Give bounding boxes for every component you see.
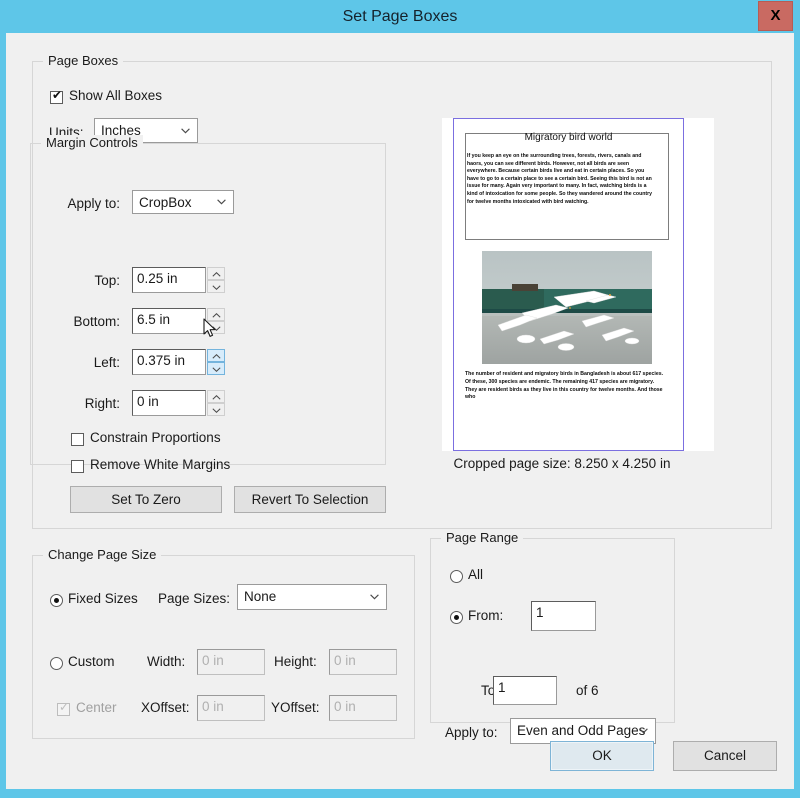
margin-right-spinner-down[interactable]	[207, 403, 225, 416]
margin-top-input[interactable]: 0.25 in	[132, 267, 206, 293]
window-title: Set Page Boxes	[0, 0, 800, 33]
revert-to-selection-button[interactable]: Revert To Selection	[234, 486, 386, 513]
fixed-sizes-label: Fixed Sizes	[68, 591, 138, 606]
page-preview: Migratory bird world If you keep an eye …	[412, 118, 712, 463]
width-input[interactable]: 0 in	[197, 649, 265, 675]
preview-doc-title: Migratory bird world	[459, 132, 678, 143]
margin-left-spinner-down[interactable]	[207, 362, 225, 375]
show-all-boxes-label: Show All Boxes	[69, 88, 162, 103]
center-label: Center	[76, 700, 117, 715]
margin-top-label: Top:	[36, 273, 120, 288]
margin-left-spinner[interactable]	[207, 349, 225, 375]
chevron-down-icon	[370, 594, 379, 600]
center-checkbox: ✓	[57, 703, 70, 716]
margin-bottom-label: Bottom:	[36, 314, 120, 329]
page-range-all-radio[interactable]	[450, 570, 463, 583]
margin-bottom-spinner[interactable]	[207, 308, 225, 334]
page-sizes-value: None	[244, 589, 276, 604]
dialog-body: Page Boxes ✔ Show All Boxes Units: Inche…	[6, 33, 794, 789]
chevron-down-icon	[217, 199, 226, 205]
page-range-apply-to-label: Apply to:	[445, 725, 498, 740]
height-input[interactable]: 0 in	[329, 649, 397, 675]
preview-doc-paragraph-2: The number of resident and migratory bir…	[465, 371, 665, 402]
checkmark-icon: ✓	[59, 701, 70, 714]
radio-dot-icon	[54, 598, 59, 603]
page-range-from-label: From:	[468, 608, 503, 623]
page-range-all-label: All	[468, 567, 483, 582]
page-range-from-radio[interactable]	[450, 611, 463, 624]
fixed-sizes-radio[interactable]	[50, 594, 63, 607]
margin-left-input[interactable]: 0.375 in	[132, 349, 206, 375]
margin-top-spinner[interactable]	[207, 267, 225, 293]
margin-left-spinner-up[interactable]	[207, 349, 225, 362]
preview-doc-photo	[482, 251, 652, 364]
set-to-zero-button[interactable]: Set To Zero	[70, 486, 222, 513]
chevron-down-icon	[181, 128, 190, 134]
margin-apply-to-value: CropBox	[139, 195, 192, 210]
cancel-button[interactable]: Cancel	[673, 741, 777, 771]
margin-right-spinner[interactable]	[207, 390, 225, 416]
custom-size-label: Custom	[68, 654, 115, 669]
page-range-to-input[interactable]: 1	[493, 676, 557, 705]
margin-bottom-spinner-down[interactable]	[207, 321, 225, 334]
margin-apply-to-label: Apply to:	[36, 196, 120, 211]
margin-top-spinner-down[interactable]	[207, 280, 225, 293]
close-icon[interactable]: X	[758, 1, 793, 31]
margin-right-spinner-up[interactable]	[207, 390, 225, 403]
margin-left-label: Left:	[36, 355, 120, 370]
page-sizes-label: Page Sizes:	[158, 591, 230, 606]
change-page-size-group-title: Change Page Size	[43, 547, 161, 562]
page-range-from-input[interactable]: 1	[531, 601, 596, 631]
margin-controls-group-title: Margin Controls	[41, 135, 143, 150]
radio-dot-icon	[454, 615, 459, 620]
margin-right-input[interactable]: 0 in	[132, 390, 206, 416]
set-page-boxes-dialog: Set Page Boxes X Page Boxes ✔ Show All B…	[0, 0, 800, 798]
margin-right-label: Right:	[36, 396, 120, 411]
preview-doc-paragraph-1: If you keep an eye on the surrounding tr…	[467, 153, 655, 206]
margin-top-spinner-up[interactable]	[207, 267, 225, 280]
show-all-boxes-checkbox[interactable]: ✔	[50, 91, 63, 104]
margin-apply-to-select[interactable]: CropBox	[132, 190, 234, 214]
height-label: Height:	[274, 654, 317, 669]
page-range-group-title: Page Range	[441, 530, 523, 545]
width-label: Width:	[147, 654, 185, 669]
page-range-apply-to-value: Even and Odd Pages	[517, 723, 645, 738]
xoffset-label: XOffset:	[141, 700, 190, 715]
page-range-of-label: of 6	[576, 683, 599, 698]
preview-document: Migratory bird world If you keep an eye …	[459, 123, 678, 446]
title-bar: Set Page Boxes X	[0, 0, 800, 33]
remove-white-margins-checkbox[interactable]	[71, 460, 84, 473]
page-boxes-group-title: Page Boxes	[43, 53, 123, 68]
constrain-proportions-label: Constrain Proportions	[90, 430, 221, 445]
cropped-page-size-label: Cropped page size: 8.250 x 4.250 in	[412, 456, 712, 471]
checkmark-icon: ✔	[52, 89, 63, 102]
page-sizes-select[interactable]: None	[237, 584, 387, 610]
xoffset-input[interactable]: 0 in	[197, 695, 265, 721]
yoffset-label: YOffset:	[271, 700, 320, 715]
chevron-down-icon	[639, 728, 648, 734]
remove-white-margins-label: Remove White Margins	[90, 457, 230, 472]
yoffset-input[interactable]: 0 in	[329, 695, 397, 721]
constrain-proportions-checkbox[interactable]	[71, 433, 84, 446]
ok-button[interactable]: OK	[550, 741, 654, 771]
custom-size-radio[interactable]	[50, 657, 63, 670]
flying-seagulls-photo	[482, 251, 652, 364]
margin-bottom-input[interactable]: 6.5 in	[132, 308, 206, 334]
margin-bottom-spinner-up[interactable]	[207, 308, 225, 321]
